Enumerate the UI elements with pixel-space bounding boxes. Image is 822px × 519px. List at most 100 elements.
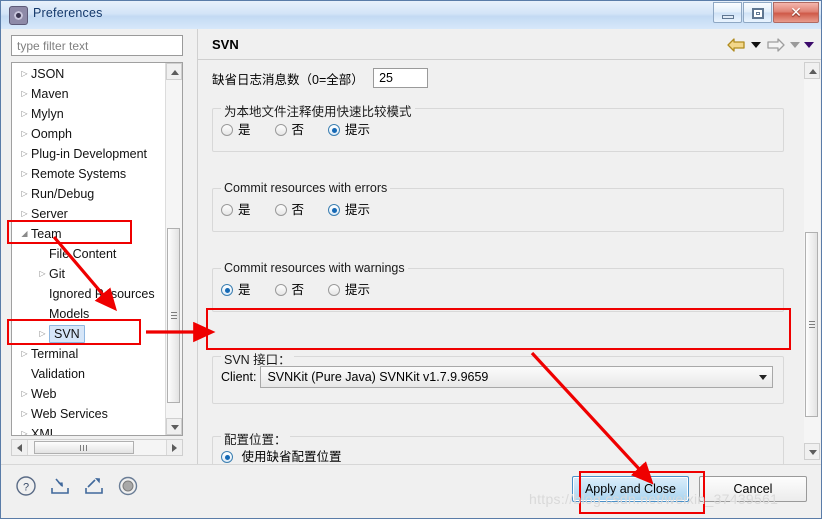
scroll-left-icon[interactable] [12, 440, 28, 455]
tree-item-git[interactable]: ▷ Git [12, 263, 166, 283]
tree-item-server[interactable]: ▷ Server [12, 203, 166, 223]
preferences-tree[interactable]: ▷ JSON ▷ Maven ▷ Mylyn ▷ Oomph ▷ Plug-in Developm… [11, 62, 183, 436]
radio-option-label: 是 [238, 283, 251, 297]
tree-item-oomph[interactable]: ▷ Oomph [12, 123, 166, 143]
export-icon[interactable] [83, 475, 105, 497]
close-button[interactable]: ✕ [773, 2, 819, 23]
tree-item-json[interactable]: ▷ JSON [12, 63, 166, 83]
chevron-right-icon[interactable]: ▷ [18, 384, 31, 404]
tree-item-plug-in-development[interactable]: ▷ Plug-in Development [12, 143, 166, 163]
pane-header: SVN [198, 29, 821, 60]
filter-placeholder: type filter text [17, 39, 89, 53]
chevron-right-icon[interactable]: ▷ [18, 404, 31, 424]
chevron-right-icon[interactable]: ▷ [18, 144, 31, 164]
restore-defaults-icon[interactable] [117, 475, 139, 497]
radio-option[interactable]: 是 [221, 119, 251, 138]
tree-item-label: Team [31, 226, 62, 241]
preferences-tree-panel: type filter text ▷ JSON ▷ Maven ▷ Mylyn ▷ Oomph… [7, 35, 191, 459]
radio-option[interactable]: 是 [221, 279, 251, 298]
tree-item-web-services[interactable]: ▷ Web Services [12, 403, 166, 423]
chevron-down-icon[interactable]: ◢ [18, 224, 31, 244]
import-icon[interactable] [49, 475, 71, 497]
tree-item-svn[interactable]: ▷ SVN [12, 323, 166, 343]
radio-option[interactable]: 否 [274, 199, 304, 218]
tree-item-web[interactable]: ▷ Web [12, 383, 166, 403]
chevron-right-icon[interactable]: ▷ [18, 344, 31, 364]
chevron-right-icon[interactable]: ▷ [18, 124, 31, 144]
scroll-right-icon[interactable] [166, 440, 182, 455]
view-menu-chevron-down-icon[interactable] [804, 42, 814, 48]
radio-dot-icon [328, 284, 341, 296]
cancel-button[interactable]: Cancel [699, 476, 807, 502]
chevron-right-icon[interactable]: ▷ [36, 264, 49, 284]
scroll-down-icon[interactable] [166, 418, 182, 435]
chevron-right-icon[interactable]: ▷ [18, 104, 31, 124]
tree-horizontal-scrollbar[interactable] [11, 439, 183, 456]
tree-item-maven[interactable]: ▷ Maven [12, 83, 166, 103]
radio-group-legend: 为本地文件注释使用快速比较模式 [221, 101, 415, 120]
radio-option[interactable]: 提示 [328, 119, 370, 138]
tree-item-label: SVN [49, 324, 85, 343]
tree-item-validation[interactable]: Validation [12, 363, 166, 383]
scroll-up-icon[interactable] [166, 63, 182, 80]
chevron-right-icon[interactable]: ▷ [18, 424, 31, 435]
help-icon[interactable]: ? [15, 475, 37, 497]
radio-group-legend: Commit resources with warnings [221, 261, 408, 275]
chevron-right-icon[interactable]: ▷ [18, 184, 31, 204]
chevron-right-icon[interactable]: ▷ [18, 164, 31, 184]
radio-option[interactable]: 否 [274, 119, 304, 138]
radio-option[interactable]: 是 [221, 199, 251, 218]
chevron-right-icon[interactable]: ▷ [18, 84, 31, 104]
use-default-config-radio[interactable]: 使用缺省配置位置 [221, 446, 342, 464]
radio-option-label: 是 [238, 123, 251, 137]
minimize-button[interactable] [713, 2, 742, 23]
svn-client-dropdown[interactable]: SVNKit (Pure Java) SVNKit v1.7.9.9659 [260, 366, 773, 388]
back-history-chevron-down-icon[interactable] [751, 42, 761, 48]
tree-item-file-content[interactable]: File Content [12, 243, 166, 263]
tree-rows: ▷ JSON ▷ Maven ▷ Mylyn ▷ Oomph ▷ Plug-in Developm… [12, 63, 166, 435]
radio-dot-icon [221, 284, 233, 296]
pane-scroll-down-icon[interactable] [804, 443, 820, 460]
radio-option[interactable]: 提示 [328, 199, 370, 218]
tree-item-run-debug[interactable]: ▷ Run/Debug [12, 183, 166, 203]
window-controls: ✕ [712, 2, 819, 24]
use-default-config-row[interactable]: 使用缺省配置位置 [221, 446, 775, 464]
page-title: SVN [212, 37, 239, 52]
radio-dot-icon [328, 204, 341, 216]
tree-hscroll-thumb[interactable] [34, 441, 134, 454]
tree-scroll-thumb[interactable] [167, 228, 180, 403]
pane-scroll-up-icon[interactable] [804, 62, 820, 79]
radio-dot-icon [221, 204, 233, 216]
radio-option-label: 提示 [345, 203, 371, 217]
tree-item-ignored-resources[interactable]: Ignored Resources [12, 283, 166, 303]
footer-buttons: Apply and Close Cancel [571, 476, 807, 502]
maximize-button[interactable] [743, 2, 772, 23]
tree-item-xml[interactable]: ▷ XML [12, 423, 166, 435]
pane-vertical-scrollbar[interactable] [804, 62, 820, 460]
tree-item-label: Oomph [31, 126, 72, 141]
tree-vertical-scrollbar[interactable] [165, 63, 182, 435]
tree-item-label: Maven [31, 86, 69, 101]
chevron-right-icon[interactable]: ▷ [18, 204, 31, 224]
chevron-right-icon[interactable]: ▷ [36, 324, 49, 344]
log-message-count-label: 缺省日志消息数（0=全部） [212, 72, 364, 87]
tree-item-team[interactable]: ◢ Team [12, 223, 166, 243]
title-bar: Preferences ✕ [1, 1, 821, 30]
svn-client-row: Client: SVNKit (Pure Java) SVNKit v1.7.9… [213, 357, 783, 397]
tree-item-terminal[interactable]: ▷ Terminal [12, 343, 166, 363]
back-arrow-icon[interactable] [726, 37, 747, 53]
tree-item-models[interactable]: Models [12, 303, 166, 323]
preferences-gear-icon [9, 6, 28, 25]
chevron-right-icon[interactable]: ▷ [18, 64, 31, 84]
chevron-down-icon[interactable] [754, 368, 771, 386]
log-message-count-input[interactable]: 25 [373, 68, 429, 88]
pane-scroll-thumb[interactable] [805, 232, 818, 417]
filter-input[interactable]: type filter text [11, 35, 183, 56]
radio-option[interactable]: 提示 [328, 279, 370, 298]
tree-item-label: File Content [49, 246, 117, 261]
apply-and-close-button[interactable]: Apply and Close [571, 476, 689, 502]
radio-option[interactable]: 否 [274, 279, 304, 298]
tree-item-mylyn[interactable]: ▷ Mylyn [12, 103, 166, 123]
tree-item-remote-systems[interactable]: ▷ Remote Systems [12, 163, 166, 183]
